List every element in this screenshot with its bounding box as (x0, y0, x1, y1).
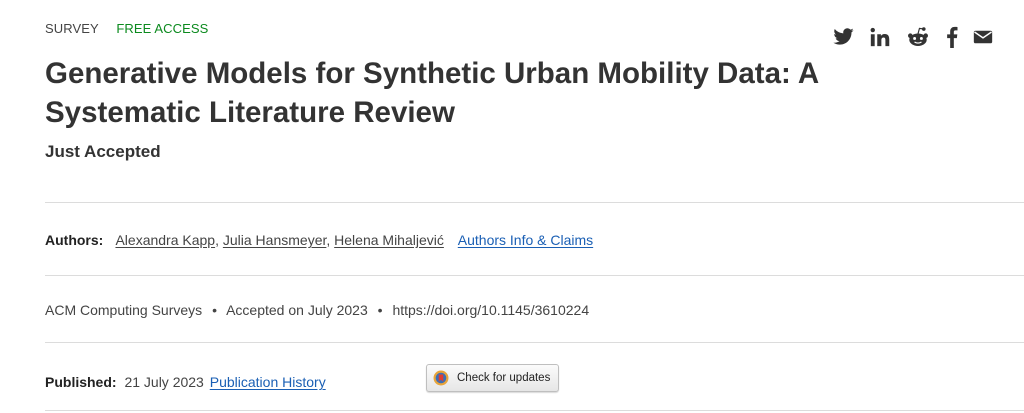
article-status: Just Accepted (45, 142, 161, 161)
doi-text: https://doi.org/10.1145/3610224 (392, 302, 590, 318)
author-separator: , (326, 232, 331, 248)
published-row: Published: 21 July 2023 Publication Hist… (45, 374, 326, 390)
published-label: Published: (45, 374, 117, 390)
published-date: 21 July 2023 (124, 374, 204, 390)
authors-info-link[interactable]: Authors Info & Claims (458, 232, 593, 248)
facebook-icon[interactable] (945, 26, 959, 48)
authors-row: Authors: Alexandra Kapp, Julia Hansmeyer… (45, 232, 593, 248)
journal-name: ACM Computing Surveys (45, 302, 203, 318)
author-link[interactable]: Julia Hansmeyer (223, 232, 327, 248)
publication-history-link[interactable]: Publication History (210, 374, 326, 390)
check-for-updates-button[interactable]: Check for updates (426, 364, 560, 392)
article-title: Generative Models for Synthetic Urban Mo… (45, 57, 819, 129)
share-bar (832, 26, 1007, 48)
divider (45, 342, 1024, 343)
divider (45, 410, 1024, 411)
citation-row: ACM Computing Surveys • Accepted on July… (45, 302, 589, 318)
article-type-label: SURVEY (45, 21, 99, 36)
accepted-date: Accepted on July 2023 (226, 302, 368, 318)
crossmark-icon (433, 370, 449, 386)
check-for-updates-label: Check for updates (457, 372, 551, 384)
authors-label: Authors: (45, 232, 104, 248)
free-access-badge: FREE ACCESS (116, 21, 209, 36)
bullet-separator: • (377, 302, 383, 318)
author-link[interactable]: Helena Mihaljević (334, 232, 444, 248)
author-link[interactable]: Alexandra Kapp (115, 232, 215, 248)
email-icon[interactable] (973, 26, 993, 48)
reddit-icon[interactable] (905, 26, 931, 48)
divider (45, 202, 1024, 203)
article-meta-row: SURVEY FREE ACCESS (45, 21, 208, 36)
twitter-icon[interactable] (832, 26, 855, 48)
author-separator: , (215, 232, 219, 248)
divider (45, 275, 1024, 276)
bullet-separator: • (212, 302, 217, 318)
linkedin-icon[interactable] (869, 26, 891, 48)
